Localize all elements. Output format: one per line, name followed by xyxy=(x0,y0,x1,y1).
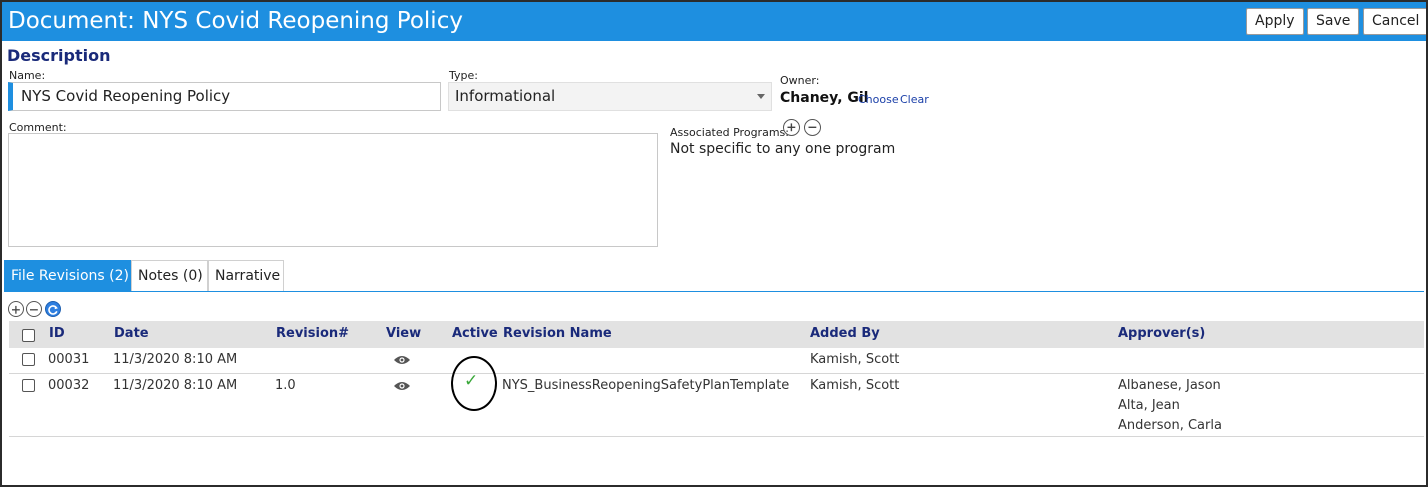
view-eye-icon[interactable] xyxy=(393,351,411,370)
column-header-view[interactable]: View xyxy=(386,326,421,341)
row-date: 11/3/2020 8:10 AM xyxy=(113,378,238,393)
apply-button[interactable]: Apply xyxy=(1246,8,1304,35)
type-select[interactable]: Informational xyxy=(448,82,772,111)
row-added-by: Kamish, Scott xyxy=(810,352,900,367)
column-header-active[interactable]: Active xyxy=(452,326,498,341)
owner-clear-link[interactable]: Clear xyxy=(900,93,929,106)
name-label: Name: xyxy=(9,69,46,82)
row-added-by: Kamish, Scott xyxy=(810,378,900,393)
type-label: Type: xyxy=(449,69,478,82)
row-id: 00032 xyxy=(48,378,90,393)
owner-label: Owner: xyxy=(780,74,820,87)
owner-name: Chaney, Gil xyxy=(780,90,869,106)
row-approver: Anderson, Carla xyxy=(1118,418,1222,433)
add-program-plus-circle-icon[interactable] xyxy=(783,119,800,136)
select-all-checkbox[interactable] xyxy=(22,329,35,342)
row-revision-name: NYS_BusinessReopeningSafetyPlanTemplate xyxy=(502,378,790,393)
refresh-icon[interactable] xyxy=(45,301,61,317)
column-header-date[interactable]: Date xyxy=(114,326,149,341)
type-selected-value: Informational xyxy=(455,87,556,105)
column-header-id[interactable]: ID xyxy=(49,326,65,341)
row-approver: Albanese, Jason xyxy=(1118,378,1221,393)
chevron-down-icon xyxy=(757,94,765,99)
column-header-approvers[interactable]: Approver(s) xyxy=(1118,326,1205,341)
add-revision-plus-circle-icon[interactable] xyxy=(8,301,24,317)
column-header-added-by[interactable]: Added By xyxy=(810,326,880,341)
remove-revision-minus-circle-icon[interactable] xyxy=(26,301,42,317)
name-input[interactable]: NYS Covid Reopening Policy xyxy=(8,82,441,111)
row-approver: Alta, Jean xyxy=(1118,398,1180,413)
title-bar: Document: NYS Covid Reopening Policy App… xyxy=(2,2,1426,41)
save-button[interactable]: Save xyxy=(1307,8,1360,35)
associated-programs-label: Associated Programs: xyxy=(670,126,789,139)
associated-programs-value: Not specific to any one program xyxy=(670,141,896,157)
tab-file-revisions[interactable]: File Revisions (2) xyxy=(4,260,131,291)
tab-notes[interactable]: Notes (0) xyxy=(131,260,208,291)
owner-choose-link[interactable]: Choose xyxy=(858,93,899,106)
grid-header-row: ID Date Revision# View Active Revision N… xyxy=(9,321,1424,348)
window-title: Document: NYS Covid Reopening Policy xyxy=(8,8,463,34)
row-id: 00031 xyxy=(48,352,90,367)
row-checkbox[interactable] xyxy=(22,353,35,366)
tab-narrative[interactable]: Narrative xyxy=(208,260,284,291)
view-eye-icon[interactable] xyxy=(393,377,411,396)
row-date: 11/3/2020 8:10 AM xyxy=(113,352,238,367)
row-divider xyxy=(9,436,1424,437)
remove-program-minus-circle-icon[interactable] xyxy=(804,119,821,136)
annotation-circle xyxy=(451,356,497,411)
row-divider xyxy=(9,373,1424,374)
row-revision: 1.0 xyxy=(275,378,296,393)
column-header-revision[interactable]: Revision# xyxy=(276,326,349,341)
column-header-revision-name[interactable]: Revision Name xyxy=(503,326,612,341)
cancel-button[interactable]: Cancel xyxy=(1363,8,1426,35)
document-window: Document: NYS Covid Reopening Policy App… xyxy=(0,0,1428,487)
tab-underline xyxy=(4,291,1424,292)
comment-textarea[interactable] xyxy=(8,133,658,247)
row-checkbox[interactable] xyxy=(22,379,35,392)
description-heading: Description xyxy=(7,46,111,65)
